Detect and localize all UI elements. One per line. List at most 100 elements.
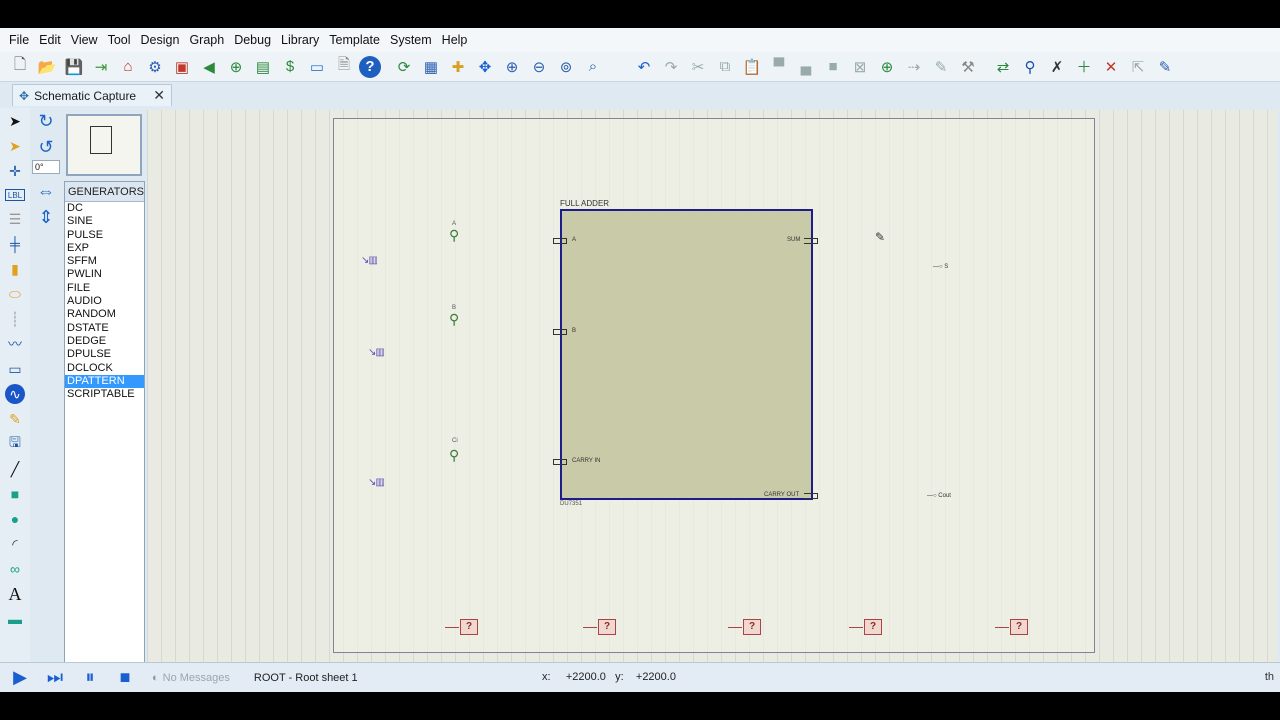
probe-ci-icon[interactable]: ⚲ xyxy=(449,447,459,464)
pin-carry-out[interactable] xyxy=(804,493,818,499)
property-assign-icon[interactable]: ✗ xyxy=(1045,55,1069,79)
generator-item-scriptable[interactable]: SCRIPTABLE xyxy=(65,388,144,401)
generator-item-sffm[interactable]: SFFM xyxy=(65,255,144,268)
generator-item-dedge[interactable]: DEDGE xyxy=(65,335,144,348)
cut-icon[interactable]: ✂ xyxy=(686,55,710,79)
unknown-part-5-icon[interactable]: ? xyxy=(1010,619,1028,635)
mirror-horizontal-icon[interactable]: ⇔ xyxy=(32,178,60,204)
generator-item-dclock[interactable]: DCLOCK xyxy=(65,362,144,375)
copy-icon[interactable]: ⧉ xyxy=(713,55,737,79)
text-icon[interactable]: A xyxy=(2,582,28,606)
menu-help[interactable]: Help xyxy=(437,28,473,52)
save-icon[interactable]: 💾 xyxy=(62,55,86,79)
box-icon[interactable]: ■ xyxy=(2,482,28,506)
menu-debug[interactable]: Debug xyxy=(229,28,276,52)
mirror-vertical-icon[interactable]: ⇕ xyxy=(32,204,60,230)
rotation-angle-field[interactable]: 0° xyxy=(32,160,60,174)
menu-view[interactable]: View xyxy=(66,28,103,52)
probe-a-icon[interactable]: ⚲ xyxy=(449,227,459,244)
generator-item-pulse[interactable]: PULSE xyxy=(65,229,144,242)
tab-schematic-capture[interactable]: ✥ Schematic Capture ✕ xyxy=(12,84,172,106)
document-icon[interactable]: 🗎 xyxy=(332,55,356,79)
bus-icon[interactable]: ╪ xyxy=(2,232,28,256)
generator-item-sine[interactable]: SINE xyxy=(65,215,144,228)
play-icon[interactable]: ▶ xyxy=(5,665,35,691)
decompose-icon[interactable]: ⚒ xyxy=(956,55,980,79)
generator-item-audio[interactable]: AUDIO xyxy=(65,295,144,308)
circle-icon[interactable]: ● xyxy=(2,507,28,531)
pause-icon[interactable]: ⏸ xyxy=(75,665,105,691)
menu-edit[interactable]: Edit xyxy=(34,28,66,52)
subcircuit-icon[interactable]: ▮ xyxy=(2,257,28,281)
packaging-icon[interactable]: ✎ xyxy=(929,55,953,79)
terminals-icon[interactable]: ⬭ xyxy=(2,282,28,306)
symbol-icon[interactable]: ▬ xyxy=(2,607,28,631)
rotate-anticlockwise-icon[interactable]: ↺ xyxy=(32,134,60,160)
tape-recorder-icon[interactable]: ▭ xyxy=(2,357,28,381)
home-icon[interactable]: ⌂ xyxy=(116,55,140,79)
menu-system[interactable]: System xyxy=(385,28,437,52)
full-adder-block[interactable] xyxy=(560,209,813,500)
generator-item-file[interactable]: FILE xyxy=(65,282,144,295)
voltage-probe-icon[interactable]: ✎ xyxy=(2,407,28,431)
block-rotate-icon[interactable]: ■ xyxy=(821,55,845,79)
pick-icon[interactable]: ⊕ xyxy=(875,55,899,79)
menu-template[interactable]: Template xyxy=(324,28,385,52)
overview-preview[interactable] xyxy=(66,114,142,176)
zoom-out-icon[interactable]: ⊖ xyxy=(527,55,551,79)
unknown-part-2-icon[interactable]: ? xyxy=(598,619,616,635)
menu-file[interactable]: File xyxy=(4,28,34,52)
text-script-icon[interactable]: ☰ xyxy=(2,207,28,231)
wire-label-icon[interactable]: LBL xyxy=(5,189,25,201)
netlist-icon[interactable]: ▭ xyxy=(305,55,329,79)
zoom-in-icon[interactable]: ⊕ xyxy=(500,55,524,79)
generator-item-dpattern[interactable]: DPATTERN xyxy=(65,374,144,389)
component-mode-icon[interactable]: ➤ xyxy=(2,134,28,158)
wire-autorouter-icon[interactable]: ⇄ xyxy=(991,55,1015,79)
bom-icon[interactable]: ▤ xyxy=(251,55,275,79)
block-copy-icon[interactable]: ▀ xyxy=(767,55,791,79)
arc-icon[interactable]: ◜ xyxy=(2,532,28,556)
zoom-icon[interactable]: ⊕ xyxy=(224,55,248,79)
generator-icon[interactable]: ∿ xyxy=(5,384,25,404)
menu-tool[interactable]: Tool xyxy=(103,28,136,52)
generator-item-pwlin[interactable]: PWLIN xyxy=(65,268,144,281)
block-move-icon[interactable]: ▄ xyxy=(794,55,818,79)
generator-item-dstate[interactable]: DSTATE xyxy=(65,322,144,335)
pan-icon[interactable]: ✥ xyxy=(473,55,497,79)
paste-icon[interactable]: 📋 xyxy=(740,55,764,79)
schematic-canvas[interactable]: FULL ADDER DU7351 A B CARRY IN SUM CARRY… xyxy=(147,110,1277,688)
undo-icon[interactable]: ↶ xyxy=(632,55,656,79)
pin-a[interactable] xyxy=(553,238,567,244)
generator-item-exp[interactable]: EXP xyxy=(65,242,144,255)
grid-icon[interactable]: ▦ xyxy=(419,55,443,79)
pin-sum[interactable] xyxy=(804,238,818,244)
zoom-all-icon[interactable]: ⊚ xyxy=(554,55,578,79)
new-sheet-icon[interactable]: ＋ xyxy=(1072,55,1096,79)
generator-item-dpulse[interactable]: DPULSE xyxy=(65,348,144,361)
make-device-icon[interactable]: ⇢ xyxy=(902,55,926,79)
component-icon[interactable]: ⚙ xyxy=(143,55,167,79)
remove-sheet-icon[interactable]: ✕ xyxy=(1099,55,1123,79)
block-delete-icon[interactable]: ⊠ xyxy=(848,55,872,79)
menu-library[interactable]: Library xyxy=(276,28,324,52)
dpattern-generator-a-icon[interactable]: ↘▥ xyxy=(361,255,378,266)
close-icon[interactable]: ✕ xyxy=(153,87,165,104)
selection-mode-icon[interactable]: ➤ xyxy=(2,109,28,133)
unknown-part-1-icon[interactable]: ? xyxy=(460,619,478,635)
step-icon[interactable]: ⏭ xyxy=(40,665,70,691)
junction-dot-icon[interactable]: ✛ xyxy=(2,159,28,183)
design-explorer-icon[interactable]: ✎ xyxy=(1153,55,1177,79)
dpattern-generator-b-icon[interactable]: ↘▥ xyxy=(368,347,385,358)
graph-icon[interactable]: 〰 xyxy=(2,332,28,356)
pin-carry-in[interactable] xyxy=(553,459,567,465)
search-icon[interactable]: ⚲ xyxy=(1018,55,1042,79)
generator-item-random[interactable]: RANDOM xyxy=(65,308,144,321)
import-icon[interactable]: ⇥ xyxy=(89,55,113,79)
menu-design[interactable]: Design xyxy=(136,28,185,52)
new-file-icon[interactable]: 🗋 xyxy=(8,55,32,79)
device-pins-icon[interactable]: ┊ xyxy=(2,307,28,331)
chip-icon[interactable]: ▣ xyxy=(170,55,194,79)
zoom-area-icon[interactable]: ⌕ xyxy=(581,55,605,79)
origin-icon[interactable]: ✚ xyxy=(446,55,470,79)
